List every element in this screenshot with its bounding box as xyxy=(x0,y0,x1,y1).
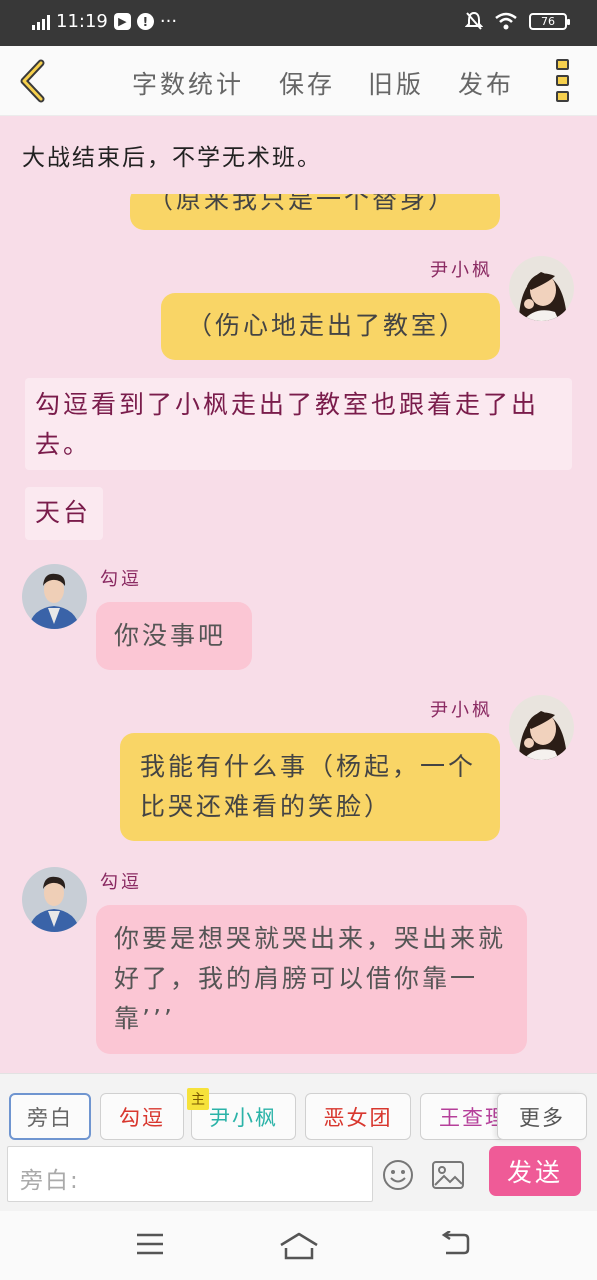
avatar-yin-xiaofeng[interactable] xyxy=(509,695,574,760)
battery-icon: 76 xyxy=(529,12,570,30)
input-placeholder: 旁白: xyxy=(20,1168,80,1194)
more-notifications-icon: ··· xyxy=(159,11,178,32)
composer-panel: 旁白 勾逗 尹小枫 主 恶女团 王查理 更多 旁白: 发送 xyxy=(0,1073,597,1211)
mute-bell-icon xyxy=(465,11,483,30)
old-version-button[interactable]: 旧版 xyxy=(368,65,424,101)
chip-label: 勾逗 xyxy=(119,1105,165,1130)
menu-icon[interactable] xyxy=(135,1231,165,1257)
speaker-name: 勾逗 xyxy=(100,872,142,893)
more-menu-icon[interactable] xyxy=(556,59,570,107)
chip-label: 旁白 xyxy=(27,1105,73,1130)
story-header: 大战结束后，不学无术班。 xyxy=(22,145,322,171)
top-toolbar: 字数统计 保存 旧版 发布 xyxy=(0,46,597,116)
clock: 11:19 xyxy=(56,11,108,32)
speaker-name: 勾逗 xyxy=(100,569,142,590)
character-chip-wangchali[interactable]: 王查理 xyxy=(420,1093,506,1140)
avatar-gou-dou[interactable] xyxy=(22,564,87,629)
avatar-yin-xiaofeng[interactable] xyxy=(509,256,574,321)
chip-label: 更多 xyxy=(519,1105,565,1130)
home-icon[interactable] xyxy=(278,1231,320,1261)
narration-block[interactable]: 勾逗看到了小枫走出了教室也跟着走了出去。 xyxy=(25,378,572,470)
wifi-icon xyxy=(495,12,517,30)
publish-button[interactable]: 发布 xyxy=(458,65,514,101)
speaker-name: 尹小枫 xyxy=(430,260,493,281)
message-bubble[interactable]: （伤心地走出了教室） xyxy=(161,293,500,360)
more-characters-button[interactable]: 更多 xyxy=(497,1093,587,1140)
main-character-badge: 主 xyxy=(187,1088,209,1110)
chip-label: 尹小枫 xyxy=(209,1105,278,1130)
message-bubble[interactable]: 我能有什么事（杨起，一个比哭还难看的笑脸） xyxy=(120,733,500,841)
back-arrow-icon[interactable] xyxy=(14,58,54,104)
chip-label: 王查理 xyxy=(439,1105,506,1130)
scroll-cover xyxy=(130,186,500,194)
system-nav-bar xyxy=(0,1211,597,1280)
character-chip-enutuan[interactable]: 恶女团 xyxy=(305,1093,411,1140)
back-icon[interactable] xyxy=(440,1231,470,1257)
narration-block[interactable]: 天台 xyxy=(25,487,103,540)
signal-icon xyxy=(32,14,50,30)
character-chip-goudou[interactable]: 勾逗 xyxy=(100,1093,184,1140)
message-text: 我能有什么事（杨起，一个比哭还难看的笑脸） xyxy=(140,752,477,821)
chip-label: 恶女团 xyxy=(323,1105,393,1130)
speaker-name: 尹小枫 xyxy=(430,700,493,721)
status-bar: 11:19 ▶ ! ··· 76 xyxy=(0,0,597,46)
message-text: 你要是想哭就哭出来，哭出来就好了，我的肩膀可以借你靠一靠’’’ xyxy=(114,924,507,1033)
message-input[interactable]: 旁白: xyxy=(7,1146,373,1202)
save-button[interactable]: 保存 xyxy=(279,65,335,101)
video-icon: ▶ xyxy=(113,13,131,30)
message-bubble[interactable]: 你没事吧 xyxy=(96,602,252,670)
word-count-button[interactable]: 字数统计 xyxy=(132,65,244,101)
alert-icon: ! xyxy=(136,13,154,30)
narration-text: 勾逗看到了小枫走出了教室也跟着走了出去。 xyxy=(35,390,540,459)
image-icon[interactable] xyxy=(432,1161,464,1189)
message-text: 你没事吧 xyxy=(114,621,227,650)
message-bubble[interactable]: 你要是想哭就哭出来，哭出来就好了，我的肩膀可以借你靠一靠’’’ xyxy=(96,905,527,1054)
emoji-icon[interactable] xyxy=(382,1159,414,1191)
character-chip-narrator[interactable]: 旁白 xyxy=(9,1093,91,1140)
avatar-gou-dou[interactable] xyxy=(22,867,87,932)
chat-area[interactable]: 大战结束后，不学无术班。 （原来我只是一个替身） 尹小枫 （伤心地走出了教室） … xyxy=(0,116,597,1073)
message-text: （伤心地走出了教室） xyxy=(187,311,468,340)
send-button[interactable]: 发送 xyxy=(489,1146,581,1196)
narration-text: 天台 xyxy=(35,498,92,527)
